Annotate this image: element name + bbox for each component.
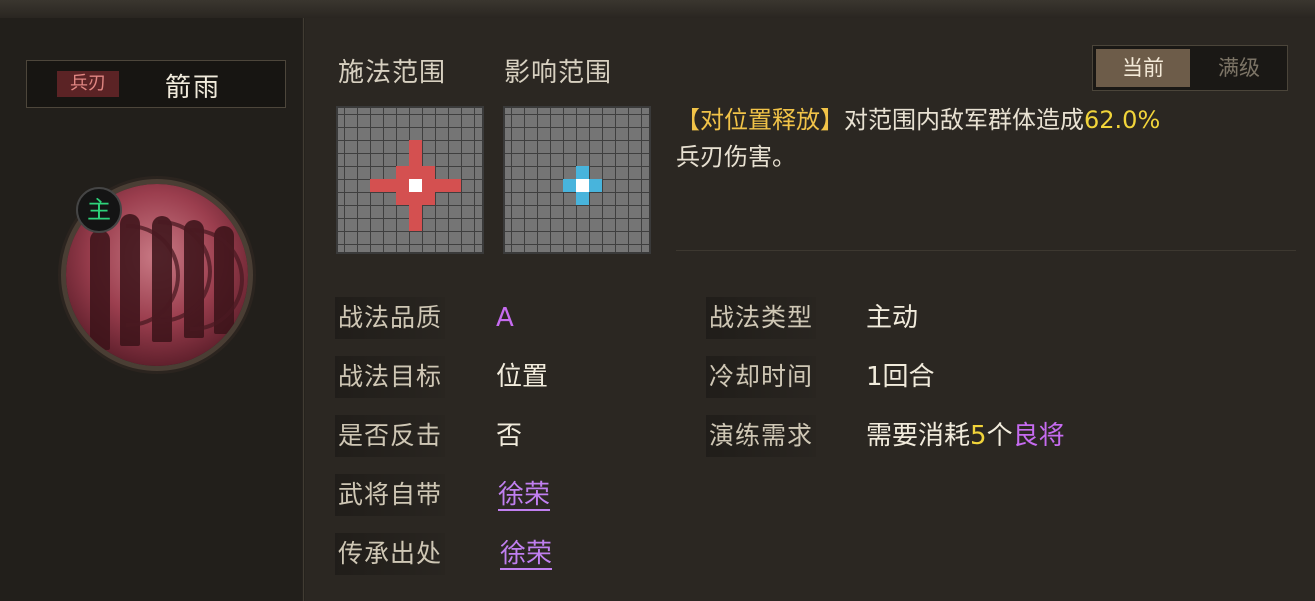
range-cell xyxy=(589,179,602,192)
description-text-2: 兵刃伤害。 xyxy=(676,143,796,171)
damage-percent: 62.0% xyxy=(1084,106,1161,134)
skill-type-label: 战法类型 xyxy=(706,297,817,339)
tab-current-level[interactable]: 当前 xyxy=(1096,49,1190,87)
range-cell xyxy=(576,192,589,205)
range-cell xyxy=(422,192,435,205)
skill-type-value: 主动 xyxy=(866,303,919,333)
quality-label: 战法品质 xyxy=(335,297,446,339)
counter-value: 否 xyxy=(496,421,523,451)
cast-range-grid xyxy=(336,106,484,254)
cooldown-value: 1回合 xyxy=(866,362,935,392)
range-cell xyxy=(409,192,422,205)
cooldown-label: 冷却时间 xyxy=(706,356,817,398)
cast-range-label: 施法范围 xyxy=(338,58,447,88)
range-cell xyxy=(422,179,435,192)
drill-count: 5 xyxy=(970,421,987,451)
effect-range-label: 影响范围 xyxy=(504,58,613,88)
effect-range-grid xyxy=(503,106,651,254)
skill-name-box: 兵刃 箭雨 xyxy=(26,60,286,108)
drill-value: 需要消耗5个良将 xyxy=(866,415,1065,457)
range-cell xyxy=(563,179,576,192)
drill-label: 演练需求 xyxy=(706,415,817,457)
range-cell xyxy=(383,179,396,192)
section-divider xyxy=(676,250,1296,251)
range-cell xyxy=(576,179,589,192)
range-cell xyxy=(409,153,422,166)
range-cell xyxy=(448,179,461,192)
skill-type-tag: 兵刃 xyxy=(57,71,119,97)
description-text-1: 对范围内敌军群体造成 xyxy=(844,106,1084,134)
drill-item-link[interactable]: 良将 xyxy=(1013,421,1065,451)
range-cell xyxy=(409,166,422,179)
range-cell xyxy=(435,179,448,192)
target-label: 战法目标 xyxy=(335,356,446,398)
skill-name: 箭雨 xyxy=(165,73,222,103)
range-cell xyxy=(409,179,422,192)
general-owned-link[interactable]: 徐荣 xyxy=(498,474,550,516)
top-band xyxy=(0,0,1315,18)
level-toggle: 当前 满级 xyxy=(1092,45,1288,91)
range-cell xyxy=(370,179,383,192)
drill-prefix: 需要消耗 xyxy=(866,421,971,451)
range-cell xyxy=(409,218,422,231)
range-cell xyxy=(396,166,409,179)
range-cell xyxy=(422,166,435,179)
skill-description: 【对位置释放】对范围内敌军群体造成62.0% 兵刃伤害。 xyxy=(676,102,1301,176)
drill-unit: 个 xyxy=(986,421,1013,451)
tab-max-level[interactable]: 满级 xyxy=(1194,49,1284,87)
inherit-source-label: 传承出处 xyxy=(335,533,446,575)
range-cell xyxy=(409,140,422,153)
range-cell xyxy=(409,205,422,218)
general-owned-label: 武将自带 xyxy=(335,474,446,516)
target-value: 位置 xyxy=(496,362,549,392)
range-cell xyxy=(396,192,409,205)
range-cell xyxy=(396,179,409,192)
quality-value: A xyxy=(496,303,514,333)
range-cell xyxy=(576,166,589,179)
cast-mode-text: 【对位置释放】 xyxy=(676,106,844,134)
main-badge-icon: 主 xyxy=(76,187,122,233)
counter-label: 是否反击 xyxy=(335,415,446,457)
inherit-source-link[interactable]: 徐荣 xyxy=(500,533,552,575)
